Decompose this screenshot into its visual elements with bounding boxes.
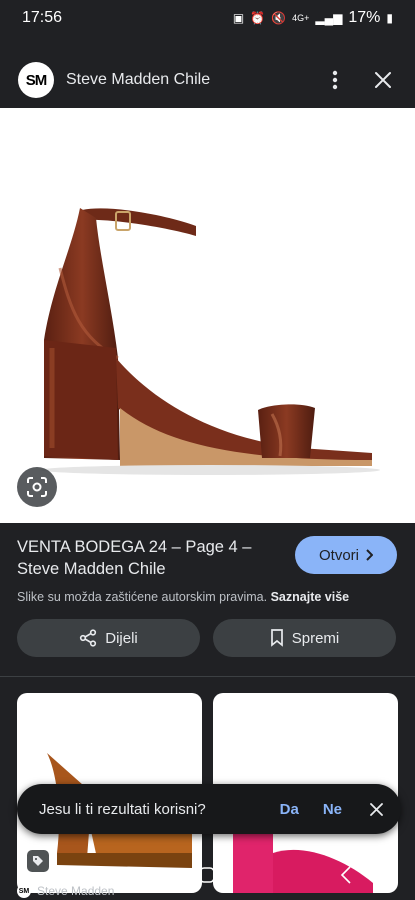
main-image[interactable] <box>0 108 415 523</box>
close-icon <box>370 802 383 816</box>
save-label: Spremi <box>291 629 340 647</box>
site-logo: SM <box>18 62 54 98</box>
result-header: SM Steve Madden Chile <box>0 52 415 108</box>
status-bar: 17:56 ▣ ⏰ 🔇 4G+ ▂▄▆ 17% ▮ <box>0 0 415 36</box>
battery-saver-icon: ▣ <box>232 11 245 25</box>
feedback-prompt: Jesu li ti rezultati korisni? Da Ne <box>17 784 401 834</box>
result-title[interactable]: VENTA BODEGA 24 – Page 4 – Steve Madden … <box>17 536 287 580</box>
back-icon <box>340 866 351 884</box>
copyright-notice: Slike su možda zaštićene autorskim pravi… <box>17 590 397 604</box>
share-icon <box>80 629 97 647</box>
close-icon <box>375 72 391 88</box>
home-button[interactable] <box>177 855 237 895</box>
open-button[interactable]: Otvori <box>295 536 397 574</box>
share-button[interactable]: Dijeli <box>17 619 200 657</box>
sandal-image <box>40 208 380 475</box>
mute-icon: 🔇 <box>271 11 287 25</box>
battery-icon: ▮ <box>386 11 393 25</box>
alarm-icon: ⏰ <box>250 11 266 25</box>
feedback-close-button[interactable] <box>370 802 383 816</box>
recent-apps-button[interactable] <box>39 855 99 895</box>
lens-icon <box>27 477 47 497</box>
section-divider <box>0 676 415 677</box>
more-options-button[interactable] <box>321 66 349 94</box>
learn-more-link[interactable]: Saznajte više <box>271 590 350 604</box>
save-button[interactable]: Spremi <box>213 619 396 657</box>
chevron-right-icon <box>366 549 373 561</box>
feedback-question: Jesu li ti rezultati korisni? <box>39 800 206 818</box>
share-label: Dijeli <box>105 629 138 647</box>
copyright-text: Slike su možda zaštićene autorskim pravi… <box>17 590 268 604</box>
result-info: VENTA BODEGA 24 – Page 4 – Steve Madden … <box>17 536 397 604</box>
close-button[interactable] <box>369 66 397 94</box>
system-nav-bar <box>0 850 415 900</box>
status-time: 17:56 <box>22 9 63 26</box>
site-title[interactable]: Steve Madden Chile <box>66 71 301 89</box>
recent-apps-icon <box>62 868 76 882</box>
network-type: 4G+ <box>292 12 310 23</box>
back-button[interactable] <box>316 855 376 895</box>
status-icons: ▣ ⏰ 🔇 4G+ ▂▄▆ 17% ▮ <box>233 9 393 27</box>
bookmark-icon <box>270 629 283 647</box>
feedback-no-button[interactable]: Ne <box>323 801 342 818</box>
open-button-label: Otvori <box>318 546 359 564</box>
home-icon <box>199 867 216 883</box>
feedback-yes-button[interactable]: Da <box>280 801 299 818</box>
battery-percent: 17% <box>348 9 381 26</box>
signal-icon: ▂▄▆ <box>315 11 343 25</box>
lens-search-button[interactable] <box>17 467 57 507</box>
more-vert-icon <box>332 70 338 90</box>
